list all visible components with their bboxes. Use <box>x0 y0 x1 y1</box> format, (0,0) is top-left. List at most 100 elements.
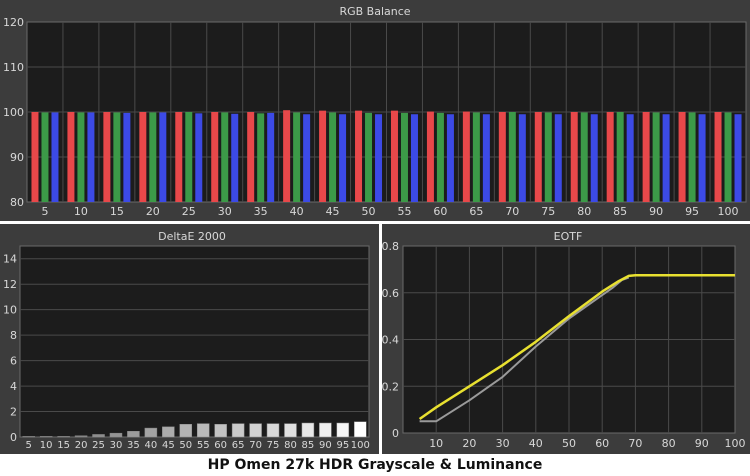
rgb-bar-green <box>472 112 480 202</box>
deltae-y-tick-label: 2 <box>10 406 17 419</box>
rgb-bar-blue <box>375 114 383 202</box>
rgb-x-tick-label: 5 <box>41 205 48 218</box>
rgb-y-tick-label: 110 <box>3 61 24 74</box>
rgb-bar-red <box>355 110 363 202</box>
rgb-bar-blue <box>51 112 59 202</box>
deltae-x-tick-label: 55 <box>197 440 210 451</box>
rgb-x-tick-label: 20 <box>146 205 160 218</box>
rgb-bar-blue <box>195 113 203 202</box>
deltae-bar <box>301 422 315 438</box>
rgb-x-tick-label: 60 <box>433 205 447 218</box>
deltae-x-tick-label: 15 <box>57 440 70 451</box>
rgb-bar-blue <box>734 114 742 202</box>
rgb-x-tick-label: 15 <box>110 205 124 218</box>
rgb-y-tick-label: 120 <box>3 16 24 29</box>
rgb-bar-green <box>257 113 265 202</box>
eotf-x-tick-label: 10 <box>429 437 443 450</box>
rgb-bar-green <box>724 112 732 202</box>
rgb-x-tick-label: 25 <box>182 205 196 218</box>
rgb-bar-red <box>570 112 578 202</box>
rgb-bar-red <box>67 112 75 202</box>
deltae-x-tick-label: 20 <box>75 440 88 451</box>
figure-caption: HP Omen 27k HDR Grayscale & Luminance <box>207 457 543 473</box>
rgb-bar-red <box>211 112 219 202</box>
eotf-x-tick-label: 80 <box>662 437 676 450</box>
eotf-y-tick-label: 0.4 <box>382 334 400 347</box>
rgb-bar-green <box>580 112 588 202</box>
eotf-chart-title: EOTF <box>554 230 583 243</box>
deltae-x-tick-label: 45 <box>162 440 175 451</box>
deltae-bar <box>162 426 175 438</box>
rgb-bar-red <box>175 112 183 202</box>
rgb-bar-green <box>688 112 696 202</box>
rgb-x-tick-label: 95 <box>685 205 699 218</box>
eotf-y-tick-label: 0 <box>392 427 399 440</box>
deltae-bar <box>319 422 332 438</box>
rgb-bar-blue <box>123 112 131 202</box>
plot-background <box>19 245 370 438</box>
rgb-x-tick-label: 35 <box>254 205 268 218</box>
rgb-bar-green <box>616 112 624 202</box>
deltae-bar <box>336 422 350 438</box>
rgb-bar-red <box>247 112 255 202</box>
rgb-x-tick-label: 40 <box>290 205 304 218</box>
deltae-y-tick-label: 4 <box>10 380 17 393</box>
rgb-bar-green <box>436 112 444 202</box>
deltae-bar <box>57 436 70 438</box>
deltae-y-tick-label: 0 <box>10 431 17 444</box>
chart-frame: RGB Balance DeltaE 2000 EOTF 80901001101… <box>0 0 750 454</box>
rgb-bar-blue <box>662 114 670 202</box>
deltae-bar <box>127 431 140 438</box>
deltae-y-tick-label: 12 <box>3 278 17 291</box>
deltae-x-tick-label: 35 <box>127 440 140 451</box>
deltae-bar <box>22 436 35 438</box>
rgb-bar-blue <box>554 114 562 202</box>
rgb-bar-green <box>113 112 121 202</box>
rgb-bar-green <box>329 112 337 202</box>
rgb-bar-green <box>293 112 301 202</box>
rgb-bar-green <box>652 112 660 202</box>
deltae-x-tick-label: 5 <box>26 440 32 451</box>
rgb-bar-red <box>390 110 398 202</box>
rgb-x-tick-label: 30 <box>218 205 232 218</box>
deltae-y-tick-label: 6 <box>10 355 17 368</box>
deltae-x-tick-label: 75 <box>267 440 280 451</box>
deltae-x-tick-label: 60 <box>214 440 227 451</box>
eotf-y-tick-label: 0.2 <box>382 380 400 393</box>
rgb-bar-blue <box>698 114 706 202</box>
deltae-bar <box>92 434 105 438</box>
deltae-x-tick-label: 65 <box>232 440 245 451</box>
rgb-bar-blue <box>626 114 634 202</box>
deltae-x-tick-label: 95 <box>336 440 349 451</box>
eotf-x-tick-label: 100 <box>725 437 746 450</box>
rgb-x-tick-label: 100 <box>718 205 739 218</box>
rgb-bar-red <box>31 112 39 202</box>
rgb-bar-red <box>139 112 147 202</box>
rgb-bar-green <box>185 112 193 202</box>
eotf-x-tick-label: 20 <box>462 437 476 450</box>
rgb-bar-blue <box>267 112 275 202</box>
rgb-chart-title: RGB Balance <box>339 5 410 18</box>
rgb-bar-red <box>426 111 434 202</box>
eotf-plot-area: 0 0.2 0.4 0.6 0.8 10 20 30 40 50 60 70 80 90 100 <box>382 240 746 450</box>
rgb-bar-red <box>498 112 506 202</box>
eotf-x-tick-label: 30 <box>496 437 510 450</box>
eotf-x-tick-label: 70 <box>628 437 642 450</box>
rgb-bar-blue <box>231 113 239 202</box>
deltae-x-tick-label: 30 <box>110 440 123 451</box>
rgb-bar-blue <box>590 114 598 202</box>
rgb-bar-blue <box>482 114 490 202</box>
deltae-bar <box>74 435 88 438</box>
eotf-x-tick-label: 40 <box>529 437 543 450</box>
rgb-y-tick-label: 90 <box>10 151 24 164</box>
rgb-bar-red <box>283 110 291 202</box>
rgb-bar-blue <box>303 114 311 202</box>
deltae-bar <box>354 421 367 438</box>
rgb-y-tick-label: 80 <box>10 196 24 209</box>
rgb-x-tick-label: 90 <box>649 205 663 218</box>
deltae-x-tick-label: 80 <box>284 440 297 451</box>
rgb-bar-blue <box>518 114 526 202</box>
rgb-x-tick-label: 65 <box>469 205 483 218</box>
eotf-x-tick-label: 60 <box>595 437 609 450</box>
eotf-y-tick-label: 0.8 <box>382 240 400 253</box>
